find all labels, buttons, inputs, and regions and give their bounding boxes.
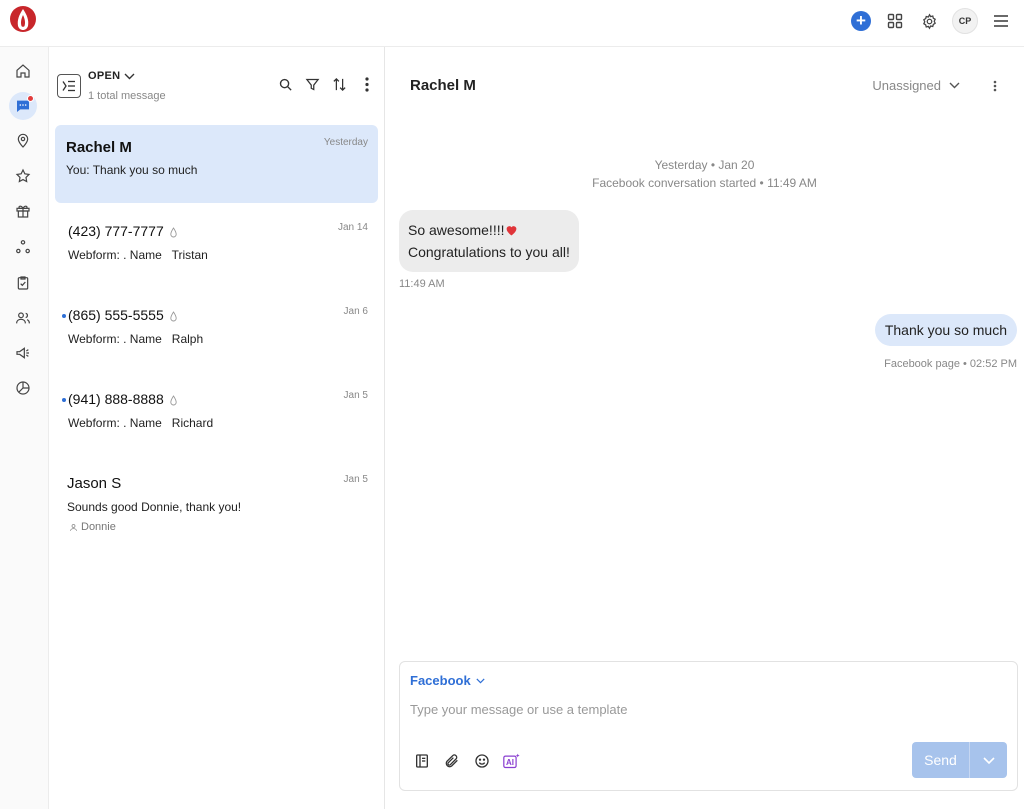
nav-integrations[interactable] <box>9 233 37 261</box>
nav-gifts[interactable] <box>9 197 37 225</box>
conversation-date: Jan 5 <box>343 474 368 485</box>
conversation-date-divider: Yesterday • Jan 20 <box>654 158 755 172</box>
gear-icon[interactable] <box>918 10 940 32</box>
channel-selector[interactable]: Facebook <box>410 673 485 688</box>
sort-icon[interactable] <box>331 76 348 93</box>
chat-more-options-icon[interactable] <box>988 78 1002 94</box>
conversation-list-pane: OPEN 1 total message Rachel M Yesterday … <box>49 47 385 809</box>
conversation-preview: Webform: . Name Richard <box>68 416 214 430</box>
left-nav-rail <box>0 47 49 809</box>
unread-indicator <box>62 398 66 402</box>
conversation-preview: Webform: . Name Ralph <box>68 332 204 346</box>
nav-reports[interactable] <box>9 374 37 402</box>
gift-icon <box>16 205 30 218</box>
template-icon[interactable] <box>413 752 431 770</box>
chevron-down-icon <box>949 82 960 89</box>
collapse-panel-icon <box>62 80 75 92</box>
conversation-item[interactable]: (941) 888-8888 Jan 5 Webform: . Name Ric… <box>55 377 378 457</box>
conversation-name: (941) 888-8888 <box>68 391 178 407</box>
nav-location[interactable] <box>9 127 37 155</box>
tasks-icon <box>17 276 29 290</box>
conversation-date: Jan 14 <box>337 222 368 233</box>
message-input[interactable] <box>410 698 1000 720</box>
nav-reviews[interactable] <box>9 162 37 190</box>
conversation-name: Jason S <box>67 475 122 492</box>
chevron-down-icon <box>982 756 995 764</box>
list-header: OPEN 1 total message <box>49 47 385 122</box>
assignment-label: Unassigned <box>872 78 941 93</box>
collapse-panel-button[interactable] <box>57 74 81 98</box>
conversation-preview: You: Thank you so much <box>66 163 198 177</box>
campaigns-icon <box>16 347 29 359</box>
nav-messages[interactable] <box>9 92 37 120</box>
location-icon <box>17 133 29 148</box>
conversation-date: Yesterday <box>323 137 368 148</box>
conversation-started-note: Facebook conversation started • 11:49 AM <box>592 176 817 190</box>
conversation-assignee: Donnie <box>69 521 116 533</box>
integrations-icon <box>16 240 30 254</box>
nav-contacts[interactable] <box>9 304 37 332</box>
notification-dot <box>27 95 34 102</box>
conversation-item[interactable]: (423) 777-7777 Jan 14 Webform: . Name Tr… <box>55 209 378 289</box>
unread-indicator <box>62 314 66 318</box>
home-icon <box>16 64 30 78</box>
top-bar: + CP <box>0 0 1024 47</box>
conversation-name: (423) 777-7777 <box>68 223 178 239</box>
brand-logo-icon[interactable] <box>9 4 37 34</box>
send-button-group: Send <box>912 742 1007 778</box>
conversation-item[interactable]: (865) 555-5555 Jan 6 Webform: . Name Ral… <box>55 293 378 373</box>
search-icon[interactable] <box>277 76 294 93</box>
conversation-name: Rachel M <box>66 139 132 156</box>
filter-icon[interactable] <box>304 76 321 93</box>
attachment-icon[interactable] <box>443 752 461 770</box>
nav-tasks[interactable] <box>9 269 37 297</box>
status-filter-label: OPEN <box>88 70 121 82</box>
send-options-button[interactable] <box>970 742 1007 778</box>
nav-campaigns[interactable] <box>9 339 37 367</box>
incoming-message-time: 11:49 AM <box>399 278 445 290</box>
conversation-item[interactable]: Jason S Jan 5 Sounds good Donnie, thank … <box>55 461 378 545</box>
apps-grid-icon[interactable] <box>884 10 906 32</box>
user-avatar[interactable]: CP <box>952 8 978 34</box>
user-icon <box>70 523 77 531</box>
menu-icon[interactable] <box>990 10 1012 32</box>
conversation-date: Jan 6 <box>343 306 368 317</box>
message-composer: Facebook AI Send <box>399 661 1018 791</box>
status-filter-dropdown[interactable]: OPEN <box>88 70 135 82</box>
incoming-message-bubble: So awesome!!!! Congratulations to you al… <box>399 210 579 272</box>
lead-flame-icon <box>170 226 177 238</box>
total-message-count: 1 total message <box>88 90 166 102</box>
channel-label: Facebook <box>410 673 471 688</box>
outgoing-message-meta: Facebook page • 02:52 PM <box>884 358 1017 370</box>
send-button[interactable]: Send <box>912 742 970 778</box>
contacts-icon <box>16 312 30 324</box>
chevron-down-icon <box>124 73 135 79</box>
add-icon: + <box>851 11 871 31</box>
reports-icon <box>16 381 30 395</box>
lead-flame-icon <box>170 394 177 406</box>
conversation-preview: Sounds good Donnie, thank you! <box>67 500 242 514</box>
add-button[interactable]: + <box>850 10 872 32</box>
more-options-icon[interactable] <box>358 76 375 93</box>
ai-assist-button[interactable]: AI <box>503 752 521 770</box>
conversation-name: (865) 555-5555 <box>68 307 178 323</box>
conversation-date: Jan 5 <box>343 390 368 401</box>
lead-flame-icon <box>170 310 177 322</box>
ai-label: AI <box>506 758 514 767</box>
nav-home[interactable] <box>9 57 37 85</box>
chat-pane: Rachel M Unassigned Yesterday • Jan 20 F… <box>385 47 1024 809</box>
assignment-dropdown[interactable]: Unassigned <box>872 78 960 93</box>
star-icon <box>15 168 31 183</box>
conversation-item[interactable]: Rachel M Yesterday You: Thank you so muc… <box>55 125 378 203</box>
heart-emoji-icon <box>506 226 516 236</box>
emoji-icon[interactable] <box>473 752 491 770</box>
chevron-down-icon <box>476 678 485 684</box>
chat-contact-name: Rachel M <box>410 77 476 94</box>
conversation-preview: Webform: . Name Tristan <box>68 248 208 262</box>
outgoing-message-bubble: Thank you so much <box>874 314 1017 346</box>
